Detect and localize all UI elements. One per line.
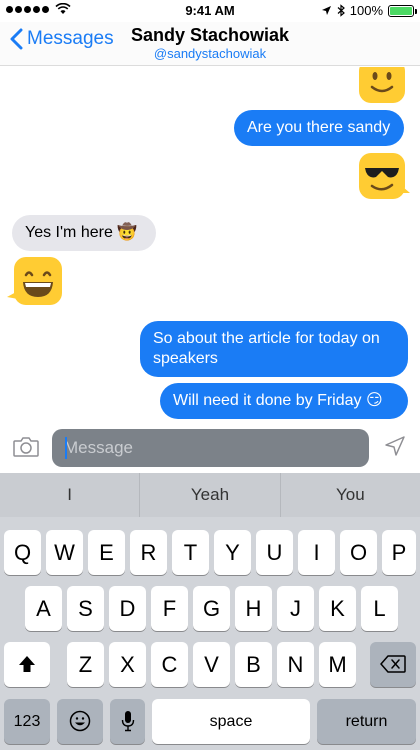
contact-handle[interactable]: @sandystachowiak <box>0 46 420 61</box>
battery-percent: 100% <box>349 3 383 18</box>
prediction-1[interactable]: I <box>0 473 141 517</box>
key-g[interactable]: G <box>193 586 230 631</box>
key-s[interactable]: S <box>67 586 104 631</box>
key-e[interactable]: E <box>88 530 125 575</box>
location-arrow-icon <box>321 6 331 15</box>
return-key[interactable]: return <box>317 699 416 744</box>
bluetooth-icon <box>337 4 345 17</box>
prediction-3[interactable]: You <box>281 473 420 517</box>
microphone-icon <box>121 711 134 732</box>
key-q[interactable]: Q <box>4 530 41 575</box>
status-bar: 9:41 AM 100% <box>0 0 420 22</box>
message-bubble-outgoing[interactable]: So about the article for today on speake… <box>140 321 408 377</box>
key-d[interactable]: D <box>109 586 146 631</box>
prediction-2[interactable]: Yeah <box>140 473 281 517</box>
camera-icon[interactable] <box>12 435 40 459</box>
grin-emoji-icon[interactable] <box>6 255 64 309</box>
key-c[interactable]: C <box>151 642 188 687</box>
smile-emoji-icon[interactable] <box>357 67 407 105</box>
key-k[interactable]: K <box>319 586 356 631</box>
key-n[interactable]: N <box>277 642 314 687</box>
key-w[interactable]: W <box>46 530 83 575</box>
key-i[interactable]: I <box>298 530 335 575</box>
key-r[interactable]: R <box>130 530 167 575</box>
key-h[interactable]: H <box>235 586 272 631</box>
key-l[interactable]: L <box>361 586 398 631</box>
numbers-key[interactable]: 123 <box>4 699 50 744</box>
key-j[interactable]: J <box>277 586 314 631</box>
contact-name[interactable]: Sandy Stachowiak <box>0 25 420 46</box>
key-z[interactable]: Z <box>67 642 104 687</box>
key-t[interactable]: T <box>172 530 209 575</box>
sunglasses-emoji-icon[interactable] <box>357 151 411 203</box>
key-a[interactable]: A <box>25 586 62 631</box>
key-y[interactable]: Y <box>214 530 251 575</box>
key-x[interactable]: X <box>109 642 146 687</box>
key-o[interactable]: O <box>340 530 377 575</box>
battery-icon <box>388 4 417 17</box>
dictation-key[interactable] <box>110 699 145 744</box>
key-v[interactable]: V <box>193 642 230 687</box>
shift-key[interactable] <box>4 642 50 687</box>
key-b[interactable]: B <box>235 642 272 687</box>
emoji-face-icon <box>69 710 91 732</box>
send-arrow-icon[interactable] <box>384 435 406 457</box>
nav-bar: Messages Sandy Stachowiak @sandystachowi… <box>0 22 420 66</box>
backspace-icon <box>380 655 406 673</box>
key-m[interactable]: M <box>319 642 356 687</box>
message-input[interactable] <box>52 429 369 467</box>
message-bubble-outgoing[interactable]: Are you there sandy <box>234 110 404 146</box>
shift-arrow-icon <box>19 656 35 672</box>
keyboard: I Yeah You Q W E R T Y U I O P A S D F G… <box>0 473 420 750</box>
message-bubble-outgoing[interactable]: Will need it done by Friday 😏 <box>160 383 408 419</box>
conversation: Are you there sandy Yes I'm here 🤠 So ab… <box>0 67 420 427</box>
backspace-key[interactable] <box>370 642 416 687</box>
space-key[interactable]: space <box>152 699 310 744</box>
key-u[interactable]: U <box>256 530 293 575</box>
status-right: 100% <box>321 3 417 18</box>
message-bubble-incoming[interactable]: Yes I'm here 🤠 <box>12 215 156 251</box>
text-cursor <box>65 437 67 459</box>
emoji-key[interactable] <box>57 699 103 744</box>
message-input-bar <box>0 425 420 473</box>
key-f[interactable]: F <box>151 586 188 631</box>
key-p[interactable]: P <box>382 530 416 575</box>
predictive-bar: I Yeah You <box>0 473 420 517</box>
